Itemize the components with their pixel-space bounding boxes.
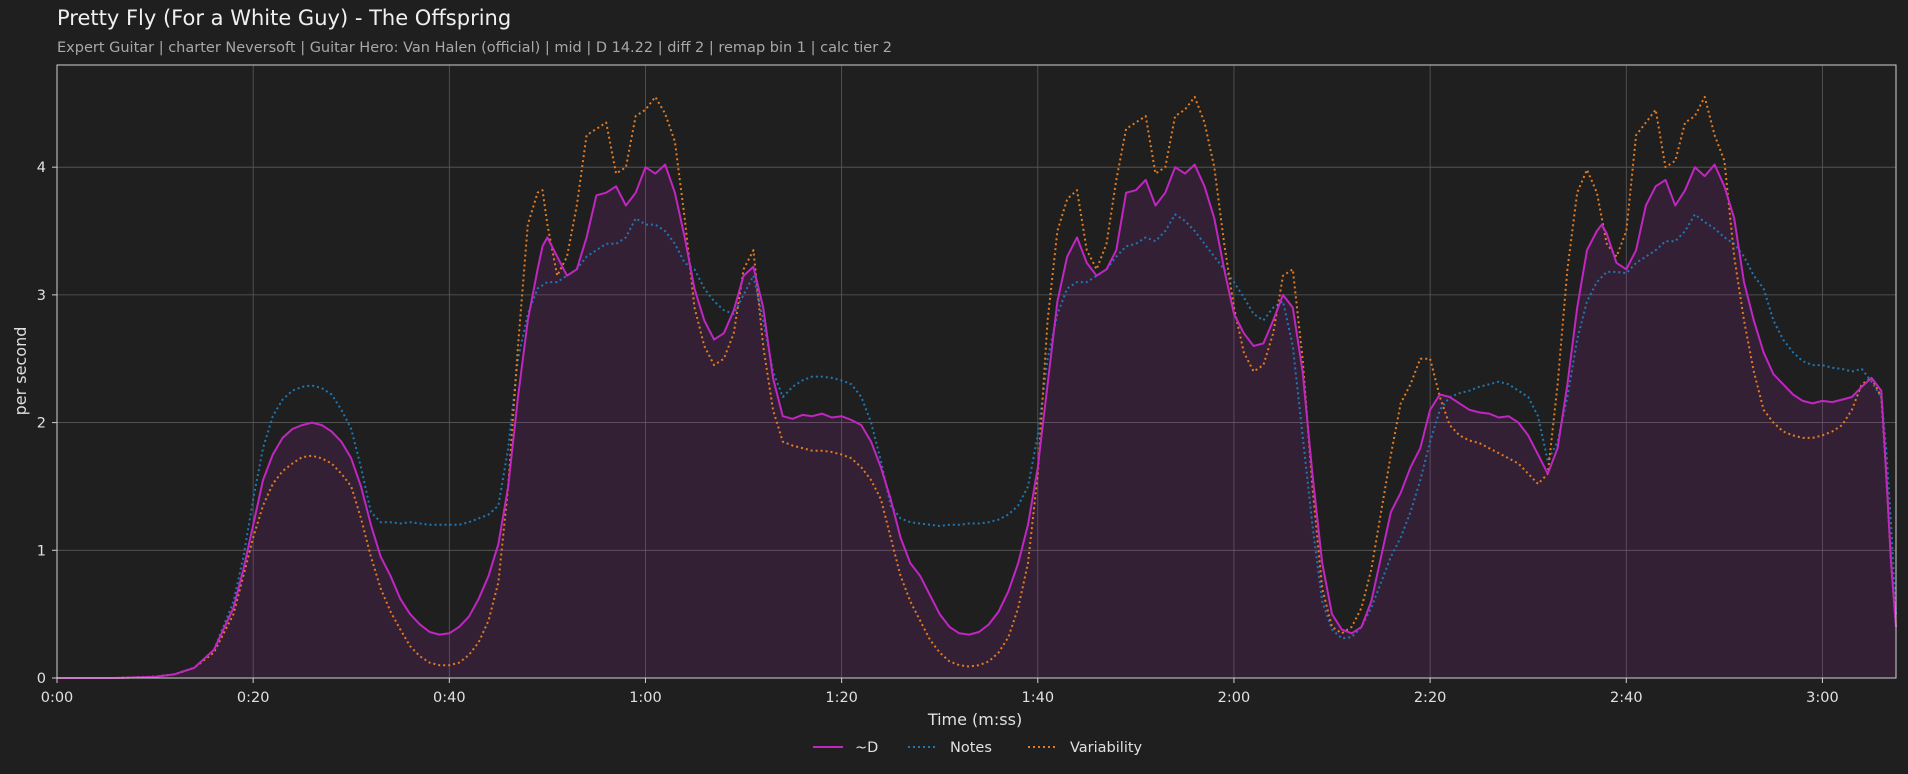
y-tick-label: 4 xyxy=(37,160,46,176)
legend-label-d: ~D xyxy=(855,740,878,756)
y-tick-label: 1 xyxy=(37,543,46,559)
y-axis-label: per second xyxy=(11,327,30,416)
legend-label-notes: Notes xyxy=(950,740,992,756)
x-axis-label: Time (m:ss) xyxy=(927,710,1022,729)
x-tick-label: 3:00 xyxy=(1806,690,1839,706)
x-tick-label: 1:40 xyxy=(1022,690,1055,706)
x-tick-label: 1:20 xyxy=(825,690,858,706)
chart-svg: 0:00 0:20 0:40 1:00 1:20 1:40 2:00 2:20 2:40 3:00… xyxy=(11,64,1897,756)
series-fills xyxy=(57,164,1896,679)
x-tick-label: 0:00 xyxy=(41,690,74,706)
y-tick-label: 0 xyxy=(37,671,46,687)
x-tick-label: 2:20 xyxy=(1414,690,1447,706)
y-tick-label: 3 xyxy=(37,288,46,304)
legend: ~D Notes Variability xyxy=(813,740,1143,756)
y-axis-ticks: 0 1 2 3 4 xyxy=(37,160,57,687)
legend-label-variability: Variability xyxy=(1070,740,1143,756)
x-tick-label: 0:40 xyxy=(433,690,466,706)
x-tick-label: 2:40 xyxy=(1610,690,1643,706)
x-tick-label: 2:00 xyxy=(1218,690,1251,706)
x-tick-label: 1:00 xyxy=(629,690,662,706)
y-tick-label: 2 xyxy=(37,416,46,432)
x-tick-label: 0:20 xyxy=(237,690,270,706)
series-fill-d xyxy=(57,164,1896,679)
x-axis-ticks: 0:00 0:20 0:40 1:00 1:20 1:40 2:00 2:20 2:40 3:00 xyxy=(41,678,1839,706)
